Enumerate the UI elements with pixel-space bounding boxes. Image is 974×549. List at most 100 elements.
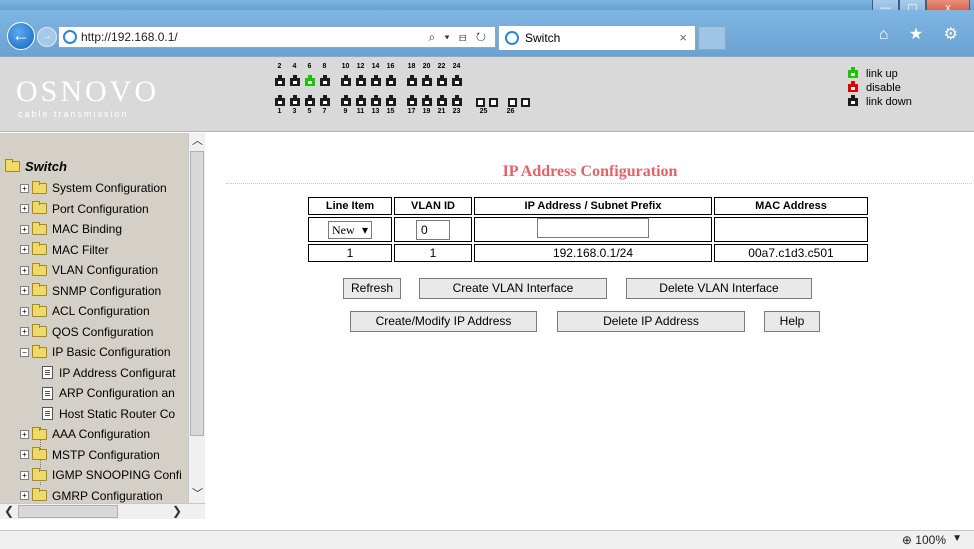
page-title: IP Address Configuration: [502, 163, 678, 180]
new-tab-button[interactable]: [698, 26, 726, 50]
sidebar-item-mac-binding[interactable]: + MAC Binding: [20, 220, 122, 238]
port-down-icon[interactable]: [406, 75, 417, 86]
expand-icon[interactable]: +: [20, 306, 29, 316]
expand-icon[interactable]: +: [20, 204, 29, 213]
port-down-icon[interactable]: [421, 75, 432, 86]
expand-icon[interactable]: +: [20, 491, 29, 500]
back-button[interactable]: ←: [7, 22, 35, 50]
port-number: 21: [437, 108, 446, 115]
document-icon: [42, 366, 53, 379]
refresh-button[interactable]: Refresh: [343, 278, 401, 299]
folder-icon: [32, 221, 47, 235]
folder-icon: [32, 180, 47, 194]
sidebar-item-snmp-configuration[interactable]: + SNMP Configuration: [20, 282, 161, 300]
create-modify-ip-button[interactable]: Create/Modify IP Address: [350, 311, 537, 332]
sidebar-item-ip-address-configurat[interactable]: IP Address Configurat: [42, 364, 176, 382]
port-number: 6: [307, 63, 312, 70]
scroll-down-icon[interactable]: ﹀: [189, 486, 206, 503]
sidebar-item-port-configuration[interactable]: + Port Configuration: [20, 200, 149, 218]
port-down-icon[interactable]: [289, 95, 300, 106]
expand-icon[interactable]: +: [20, 245, 29, 254]
tab-switch[interactable]: Switch ×: [498, 25, 696, 50]
sidebar-item-arp-configuration-an[interactable]: ARP Configuration an: [42, 384, 175, 402]
port-down-icon[interactable]: [289, 75, 300, 86]
column-header: VLAN ID: [394, 197, 472, 215]
delete-vlan-interface-button[interactable]: Delete VLAN Interface: [626, 278, 812, 299]
ip-address-input[interactable]: [537, 218, 649, 238]
create-vlan-interface-button[interactable]: Create VLAN Interface: [419, 278, 607, 299]
scroll-right-icon[interactable]: ❯: [172, 504, 182, 518]
scroll-thumb[interactable]: [190, 151, 204, 436]
port-down-icon[interactable]: [355, 95, 366, 106]
sidebar-item-acl-configuration[interactable]: + ACL Configuration: [20, 302, 150, 320]
sidebar-vertical-scrollbar[interactable]: ︿ ﹀: [188, 133, 205, 503]
sidebar-item-mstp-configuration[interactable]: + MSTP Configuration: [20, 446, 160, 464]
sidebar-item-vlan-configuration[interactable]: + VLAN Configuration: [20, 261, 158, 279]
port-down-icon[interactable]: [340, 75, 351, 86]
port-down-icon[interactable]: [370, 95, 381, 106]
sidebar-item-host-static-router-co[interactable]: Host Static Router Co: [42, 405, 175, 423]
help-button[interactable]: Help: [764, 311, 820, 332]
port-down-icon[interactable]: [319, 75, 330, 86]
port-down-icon[interactable]: [421, 95, 432, 106]
port-down-icon[interactable]: [274, 75, 285, 86]
port-down-icon[interactable]: [436, 95, 447, 106]
sfp-port-icon[interactable]: [521, 98, 530, 107]
forward-button[interactable]: →: [37, 27, 57, 47]
delete-ip-address-button[interactable]: Delete IP Address: [557, 311, 745, 332]
address-bar[interactable]: http://192.168.0.1/ ⌕ ▾ ⊟ ↻: [58, 26, 496, 48]
port-down-icon[interactable]: [406, 95, 417, 106]
zoom-icon: ⊕: [901, 533, 912, 547]
sidebar-item-igmp-snooping-confi[interactable]: + IGMP SNOOPING Confi: [20, 466, 182, 484]
port-down-icon[interactable]: [304, 95, 315, 106]
switch-banner: OSNOVO cable transmission 2 4 6 8 10 12 14 16 18…: [0, 57, 974, 132]
port-down-icon[interactable]: [385, 95, 396, 106]
port-up-icon[interactable]: [304, 75, 315, 86]
port-down-icon[interactable]: [274, 95, 285, 106]
line-item-select[interactable]: New: [328, 220, 372, 239]
expand-icon[interactable]: +: [20, 286, 29, 295]
scroll-left-icon[interactable]: ❮: [4, 504, 14, 518]
expand-icon[interactable]: +: [20, 327, 29, 336]
port-down-icon[interactable]: [451, 95, 462, 106]
zoom-dropdown-icon[interactable]: ▼: [952, 533, 962, 544]
sfp-port-icon[interactable]: [489, 98, 498, 107]
table-row: 1 1 192.168.0.1/24 00a7.c1d3.c501: [308, 244, 868, 262]
port-down-icon[interactable]: [370, 75, 381, 86]
expand-icon[interactable]: +: [20, 224, 29, 234]
sidebar-item-qos-configuration[interactable]: + QOS Configuration: [20, 323, 153, 341]
port-down-icon[interactable]: [451, 75, 462, 86]
sidebar-item-label: MAC Binding: [52, 222, 123, 236]
sidebar-item-system-configuration[interactable]: + System Configuration: [20, 179, 167, 197]
sidebar-item-gmrp-configuration[interactable]: + GMRP Configuration: [20, 487, 163, 504]
vlan-id-input[interactable]: 0: [416, 219, 450, 240]
page-content: OSNOVO cable transmission 2 4 6 8 10 12 14 16 18…: [0, 56, 974, 530]
collapse-icon[interactable]: −: [20, 347, 29, 357]
port-down-icon[interactable]: [319, 95, 330, 106]
port-down-icon[interactable]: [436, 75, 447, 86]
horizontal-scroll-thumb[interactable]: [18, 505, 118, 518]
sfp-port-icon[interactable]: [508, 98, 517, 107]
expand-icon[interactable]: +: [20, 429, 29, 439]
scroll-up-icon[interactable]: ︿: [189, 133, 206, 150]
sidebar-item-ip-basic-configuration[interactable]: − IP Basic Configuration: [20, 343, 171, 361]
port-down-icon[interactable]: [355, 75, 366, 86]
expand-icon[interactable]: +: [20, 450, 29, 459]
sidebar-horizontal-scrollbar[interactable]: ❮ ❯: [0, 503, 205, 519]
sidebar-item-mac-filter[interactable]: + MAC Filter: [20, 241, 109, 259]
link-down-icon: [848, 95, 858, 106]
sidebar-item-aaa-configuration[interactable]: + AAA Configuration: [20, 425, 150, 443]
sfp-port-icon[interactable]: [476, 98, 485, 107]
expand-icon[interactable]: +: [20, 265, 29, 275]
address-bar-tools[interactable]: ⌕ ▾ ⊟ ↻: [428, 30, 489, 45]
zoom-level[interactable]: ⊕ 100%: [902, 533, 946, 547]
port-down-icon[interactable]: [340, 95, 351, 106]
tab-close-icon[interactable]: ×: [679, 30, 687, 45]
expand-icon[interactable]: +: [20, 470, 29, 480]
url-text[interactable]: http://192.168.0.1/: [81, 30, 178, 44]
table-header-row: Line Item VLAN ID IP Address / Subnet Pr…: [308, 197, 868, 215]
port-down-icon[interactable]: [385, 75, 396, 86]
expand-icon[interactable]: +: [20, 183, 29, 193]
tree-root-switch[interactable]: Switch: [5, 159, 67, 174]
home-favorites-settings-icons[interactable]: ⌂ ★ ⚙: [879, 24, 966, 44]
